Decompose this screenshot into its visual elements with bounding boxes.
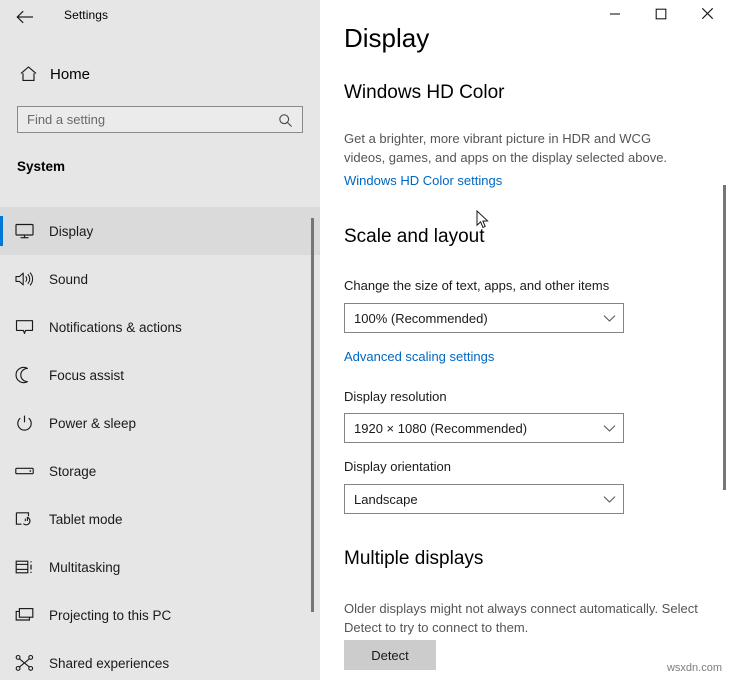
sidebar-section-label: System <box>17 159 65 174</box>
sidebar-home-label: Home <box>50 66 90 83</box>
sidebar-item-label: Tablet mode <box>49 512 123 527</box>
display-orientation-label: Display orientation <box>344 459 451 474</box>
main-content: Windows HD Color Get a brighter, more vi… <box>320 0 730 680</box>
sidebar-item-label: Sound <box>49 272 88 287</box>
sidebar-item-label: Focus assist <box>49 368 124 383</box>
scale-size-label: Change the size of text, apps, and other… <box>344 278 609 293</box>
drive-icon <box>0 462 48 480</box>
back-arrow-icon <box>16 10 34 24</box>
multiple-displays-description: Older displays might not always connect … <box>344 599 704 637</box>
moon-icon <box>0 366 48 384</box>
window-controls <box>592 0 730 31</box>
sidebar: Settings Home System <box>0 0 320 680</box>
content-scroll-region: Windows HD Color Get a brighter, more vi… <box>320 32 730 680</box>
sidebar-item-label: Multitasking <box>49 560 120 575</box>
tablet-hand-icon <box>0 510 48 528</box>
sidebar-item-label: Power & sleep <box>49 416 136 431</box>
sidebar-item-power-sleep[interactable]: Power & sleep <box>0 399 320 447</box>
maximize-button[interactable] <box>638 0 684 31</box>
multiple-displays-heading: Multiple displays <box>344 548 483 570</box>
display-resolution-label: Display resolution <box>344 389 447 404</box>
close-button[interactable] <box>684 0 730 31</box>
sidebar-item-projecting[interactable]: Projecting to this PC <box>0 591 320 639</box>
orientation-dropdown-value: Landscape <box>345 492 595 507</box>
sidebar-scrollbar-thumb[interactable] <box>311 218 314 612</box>
sidebar-item-label: Display <box>49 224 93 239</box>
sidebar-item-sound[interactable]: Sound <box>0 255 320 303</box>
power-icon <box>0 414 48 432</box>
multitask-icon <box>0 558 48 576</box>
settings-window: Settings Home System <box>0 0 730 680</box>
page-title: Display <box>344 21 459 55</box>
sidebar-titlebar: Settings <box>0 0 320 32</box>
scale-dropdown-value: 100% (Recommended) <box>345 311 595 326</box>
advanced-scaling-settings-link[interactable]: Advanced scaling settings <box>344 349 494 364</box>
sidebar-item-notifications[interactable]: Notifications & actions <box>0 303 320 351</box>
windows-hd-color-heading: Windows HD Color <box>344 82 504 104</box>
scale-dropdown[interactable]: 100% (Recommended) <box>344 303 624 333</box>
home-icon <box>6 65 50 83</box>
sidebar-item-tablet-mode[interactable]: Tablet mode <box>0 495 320 543</box>
sidebar-item-label: Notifications & actions <box>49 320 182 335</box>
minimize-button[interactable] <box>592 0 638 31</box>
orientation-dropdown[interactable]: Landscape <box>344 484 624 514</box>
content-scrollbar-thumb[interactable] <box>723 185 726 490</box>
sidebar-item-label: Storage <box>49 464 96 479</box>
sidebar-item-focus-assist[interactable]: Focus assist <box>0 351 320 399</box>
sidebar-item-home[interactable]: Home <box>0 59 320 89</box>
maximize-icon <box>655 7 667 25</box>
notification-icon <box>0 318 48 336</box>
windows-hd-color-description: Get a brighter, more vibrant picture in … <box>344 129 694 167</box>
sidebar-item-label: Projecting to this PC <box>49 608 171 623</box>
monitor-icon <box>0 222 48 240</box>
speaker-icon <box>0 270 48 288</box>
sidebar-item-label: Shared experiences <box>49 656 169 671</box>
minimize-icon <box>609 7 621 25</box>
sidebar-item-multitasking[interactable]: Multitasking <box>0 543 320 591</box>
resolution-dropdown-value: 1920 × 1080 (Recommended) <box>345 421 595 436</box>
project-screen-icon <box>0 606 48 624</box>
close-icon <box>701 7 714 25</box>
search-icon[interactable] <box>276 111 294 129</box>
search-box[interactable] <box>17 106 303 133</box>
sidebar-item-shared-experiences[interactable]: Shared experiences <box>0 639 320 680</box>
chevron-down-icon <box>595 495 623 504</box>
sidebar-item-display[interactable]: Display <box>0 207 320 255</box>
scale-and-layout-heading: Scale and layout <box>344 226 485 248</box>
resolution-dropdown[interactable]: 1920 × 1080 (Recommended) <box>344 413 624 443</box>
window-title: Settings <box>64 8 108 22</box>
back-button[interactable] <box>8 4 42 30</box>
search-input[interactable] <box>18 107 269 132</box>
sidebar-nav: Display Sound <box>0 207 320 680</box>
watermark: wsxdn.com <box>667 662 722 674</box>
windows-hd-color-settings-link[interactable]: Windows HD Color settings <box>344 173 502 188</box>
share-nodes-icon <box>0 654 48 672</box>
detect-button[interactable]: Detect <box>344 640 436 670</box>
chevron-down-icon <box>595 424 623 433</box>
sidebar-item-storage[interactable]: Storage <box>0 447 320 495</box>
chevron-down-icon <box>595 314 623 323</box>
